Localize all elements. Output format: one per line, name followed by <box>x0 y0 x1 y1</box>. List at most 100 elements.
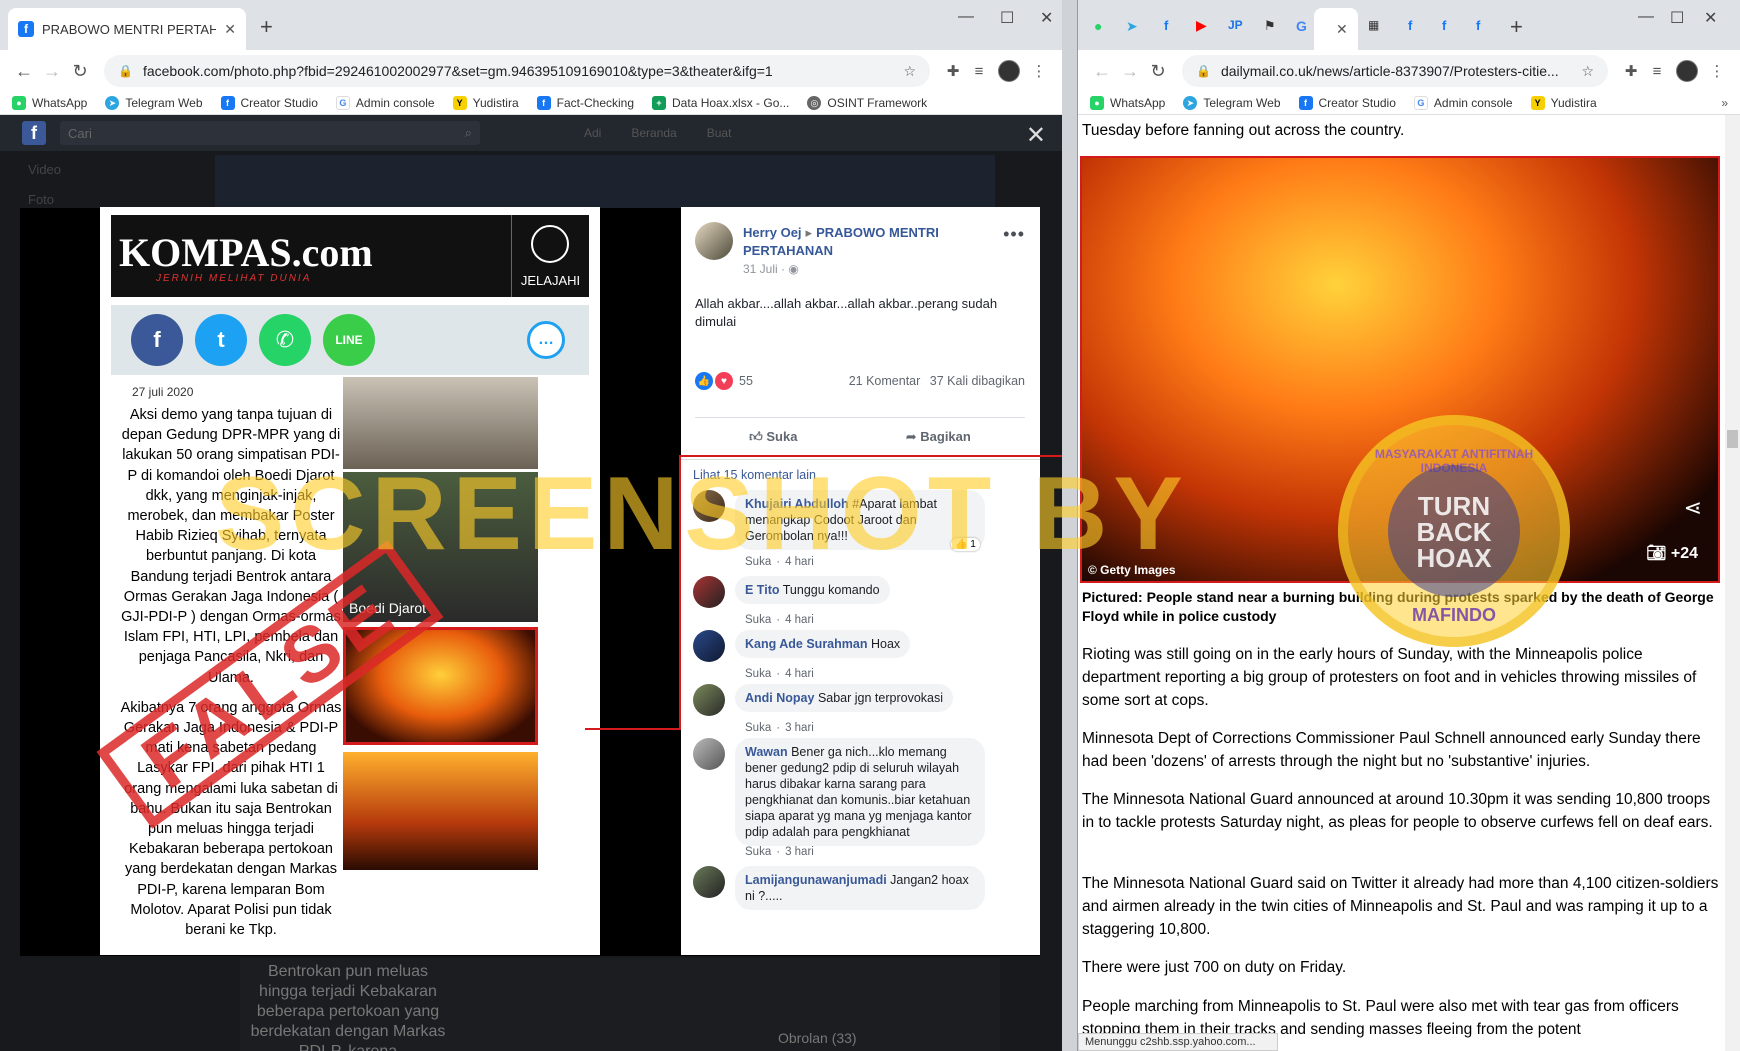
extensions-icon[interactable]: ✚ <box>940 62 966 80</box>
hoax-article-image[interactable]: KOMPAS.com JERNIH MELIHAT DUNIA JELAJAHI… <box>96 207 600 955</box>
new-tab-button[interactable]: + <box>260 14 273 40</box>
flag-tab-icon[interactable]: ⚑ <box>1264 18 1276 34</box>
commenter-avatar[interactable] <box>693 490 725 522</box>
comment-like-link[interactable]: Suka <box>745 722 771 734</box>
back-icon[interactable]: ← <box>10 61 38 82</box>
more-comments-link[interactable]: Lihat 15 komentar lain <box>693 468 816 482</box>
commenter-avatar[interactable] <box>693 630 725 662</box>
bookmark-admin-console[interactable]: G Admin console <box>1413 96 1513 110</box>
extensions-icon[interactable]: ✚ <box>1618 62 1644 80</box>
bookmark-whatsapp[interactable]: ● WhatsApp <box>12 96 87 110</box>
facebook-tab-icon[interactable]: f <box>1408 18 1412 33</box>
bookmark-creator-studio[interactable]: f Creator Studio <box>1298 96 1396 110</box>
bookmark-telegram[interactable]: ➤ Telegram Web <box>105 96 203 110</box>
bookmark-admin-console[interactable]: G Admin console <box>335 96 435 110</box>
reload-icon[interactable]: ↻ <box>1144 61 1172 82</box>
share-button[interactable]: ➦ Bagikan <box>906 429 971 445</box>
close-theater-icon[interactable]: ✕ <box>1026 121 1046 150</box>
share-count[interactable]: 37 Kali dibagikan <box>930 374 1025 388</box>
whatsapp-tab-icon[interactable]: ● <box>1094 18 1102 34</box>
forward-icon[interactable]: → <box>38 61 66 82</box>
commenter-avatar[interactable] <box>693 738 725 770</box>
reload-icon[interactable]: ↻ <box>66 61 94 82</box>
comment-time[interactable]: 3 hari <box>785 846 814 858</box>
menu-icon[interactable]: ⋮ <box>1026 62 1052 80</box>
like-button[interactable]: 👍︎ Suka <box>749 429 797 445</box>
bookmark-whatsapp[interactable]: ● WhatsApp <box>1090 96 1165 110</box>
commenter-avatar[interactable] <box>693 866 725 898</box>
comment-like-link[interactable]: Suka <box>745 614 771 626</box>
header-link-home[interactable]: Beranda <box>631 126 676 140</box>
comment-time[interactable]: 4 hari <box>785 614 814 626</box>
bookmark-star-icon[interactable]: ☆ <box>1581 63 1594 80</box>
chat-label[interactable]: Obrolan (33) <box>778 1028 857 1048</box>
bookmark-fact-checking[interactable]: f Fact-Checking <box>536 96 634 110</box>
google-tab-icon[interactable]: G <box>1296 18 1307 34</box>
facebook-logo[interactable]: f <box>22 121 46 145</box>
comment-like-link[interactable]: Suka <box>745 668 771 680</box>
url-input[interactable]: 🔒 facebook.com/photo.php?fbid=2924610020… <box>104 55 930 87</box>
commenter-name[interactable]: Andi Nopay <box>745 691 814 705</box>
commenter-name[interactable]: Wawan <box>745 745 788 759</box>
bookmark-yudistira[interactable]: Y Yudistira <box>452 96 519 110</box>
bookmark-data-hoax[interactable]: + Data Hoax.xlsx - Go... <box>652 96 789 110</box>
more-bookmarks-icon[interactable]: » <box>1721 96 1728 110</box>
author-name-link[interactable]: Herry Oej <box>743 225 802 240</box>
commenter-avatar[interactable] <box>693 684 725 716</box>
facebook-search-input[interactable]: Cari ⌕ <box>60 121 480 145</box>
dm-tab-icon[interactable]: ▦ <box>1368 18 1379 32</box>
close-icon[interactable]: ✕ <box>1336 21 1348 38</box>
scrollbar[interactable] <box>1725 115 1740 1051</box>
menu-icon[interactable]: ⋮ <box>1704 62 1730 80</box>
side-item-video[interactable]: Video <box>28 155 61 185</box>
bookmark-yudistira[interactable]: Y Yudistira <box>1530 96 1597 110</box>
comment-like-link[interactable]: Suka <box>745 556 771 568</box>
new-tab-button[interactable]: + <box>1510 14 1523 40</box>
tab-dailymail-active[interactable]: ✕ <box>1314 8 1358 50</box>
minimize-button[interactable]: — <box>958 8 974 26</box>
back-icon[interactable]: ← <box>1088 61 1116 82</box>
media-icon[interactable]: ≡ <box>1644 63 1670 80</box>
url-input[interactable]: 🔒 dailymail.co.uk/news/article-8373907/P… <box>1182 55 1608 87</box>
comment-time[interactable]: 4 hari <box>785 668 814 680</box>
close-window-button[interactable]: ✕ <box>1704 8 1717 28</box>
facebook-tab-icon[interactable]: f <box>1164 18 1168 33</box>
commenter-name[interactable]: E Tito <box>745 583 780 597</box>
bookmark-creator-studio[interactable]: f Creator Studio <box>220 96 318 110</box>
maximize-button[interactable]: ☐ <box>1000 8 1014 28</box>
search-icon[interactable]: ⌕ <box>465 125 472 141</box>
commenter-name[interactable]: Lamijangunawanjumadi <box>745 873 887 887</box>
post-date[interactable]: 31 Juli · ◉ <box>743 262 799 276</box>
header-link-create[interactable]: Buat <box>707 126 732 140</box>
forward-icon[interactable]: → <box>1116 61 1144 82</box>
maximize-button[interactable]: ☐ <box>1670 8 1684 28</box>
header-link-profile[interactable]: Adi <box>584 126 601 140</box>
bookmark-osint[interactable]: ◎ OSINT Framework <box>807 96 927 110</box>
minimize-button[interactable]: — <box>1638 8 1654 26</box>
comment-like-link[interactable]: Suka <box>745 846 771 858</box>
comment-like-badge[interactable]: 👍 1 <box>951 538 980 551</box>
commenter-name[interactable]: Khujairi Abdulloh <box>745 497 849 511</box>
facebook-tab-icon[interactable]: f <box>1476 18 1480 33</box>
bookmark-telegram[interactable]: ➤ Telegram Web <box>1183 96 1281 110</box>
bookmark-star-icon[interactable]: ☆ <box>903 63 916 80</box>
media-icon[interactable]: ≡ <box>966 63 992 80</box>
scroll-thumb[interactable] <box>1727 430 1738 448</box>
comment-time[interactable]: 3 hari <box>785 722 814 734</box>
close-window-button[interactable]: ✕ <box>1040 8 1053 28</box>
gallery-button[interactable]: 📷︎ +24 <box>1646 543 1698 563</box>
author-avatar[interactable] <box>695 222 733 260</box>
tab-facebook[interactable]: f PRABOWO MENTRI PERTAHANAN ✕ <box>8 8 246 50</box>
close-icon[interactable]: ✕ <box>224 21 236 38</box>
profile-avatar[interactable] <box>998 60 1020 82</box>
commenter-avatar[interactable] <box>693 576 725 608</box>
profile-avatar[interactable] <box>1676 60 1698 82</box>
comment-count[interactable]: 21 Komentar <box>849 374 921 388</box>
comment-time[interactable]: 4 hari <box>785 556 814 568</box>
commenter-name[interactable]: Kang Ade Surahman <box>745 637 867 651</box>
facebook-tab-icon[interactable]: f <box>1442 18 1446 33</box>
youtube-tab-icon[interactable]: ▶ <box>1196 17 1207 34</box>
share-icon[interactable]: ⋖ <box>1684 495 1702 521</box>
jp-tab-icon[interactable]: JP <box>1228 18 1243 32</box>
telegram-tab-icon[interactable]: ➤ <box>1126 18 1138 35</box>
